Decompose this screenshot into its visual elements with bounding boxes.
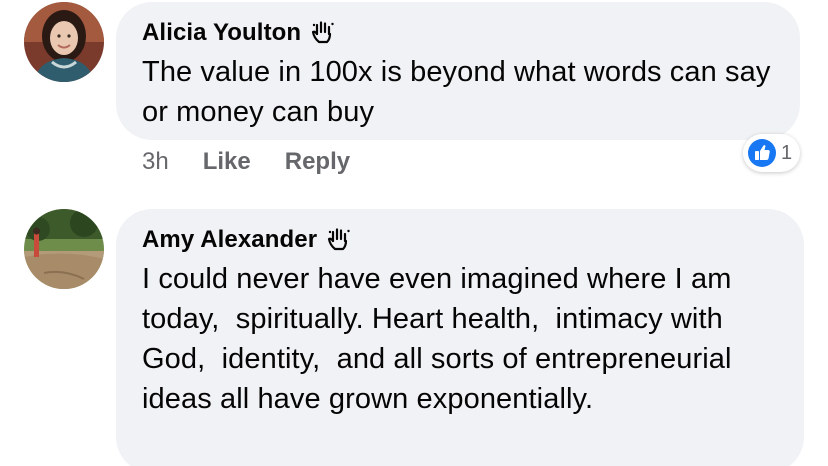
avatar-photo-icon <box>24 2 104 82</box>
comment-text: I could never have even imagined where I… <box>142 263 740 415</box>
avatar[interactable] <box>24 209 104 289</box>
avatar[interactable] <box>24 2 104 82</box>
author-name[interactable]: Alicia Youlton <box>142 19 301 47</box>
avatar-photo-icon <box>24 209 104 289</box>
comment-bubble: Amy Alexander I could never have even im… <box>116 209 804 466</box>
like-button[interactable]: Like <box>203 148 251 176</box>
comment-text: The value in 100x is beyond what words c… <box>142 56 771 128</box>
author-row: Amy Alexander <box>142 223 778 257</box>
author-name[interactable]: Amy Alexander <box>142 226 317 254</box>
comments-thread: Alicia Youlton The value in 100x is beyo… <box>0 0 828 466</box>
timestamp[interactable]: 3h <box>142 148 169 176</box>
comment-actions: 3h Like Reply <box>142 146 350 178</box>
reaction-number: 1 <box>781 141 793 164</box>
raised-hand-icon <box>325 226 353 254</box>
like-thumb-icon <box>747 138 777 168</box>
reply-button[interactable]: Reply <box>285 148 350 176</box>
comment-bubble: Alicia Youlton The value in 100x is beyo… <box>116 2 800 140</box>
author-row: Alicia Youlton <box>142 16 774 50</box>
reaction-count[interactable]: 1 <box>743 134 801 172</box>
raised-hand-icon <box>309 19 337 47</box>
